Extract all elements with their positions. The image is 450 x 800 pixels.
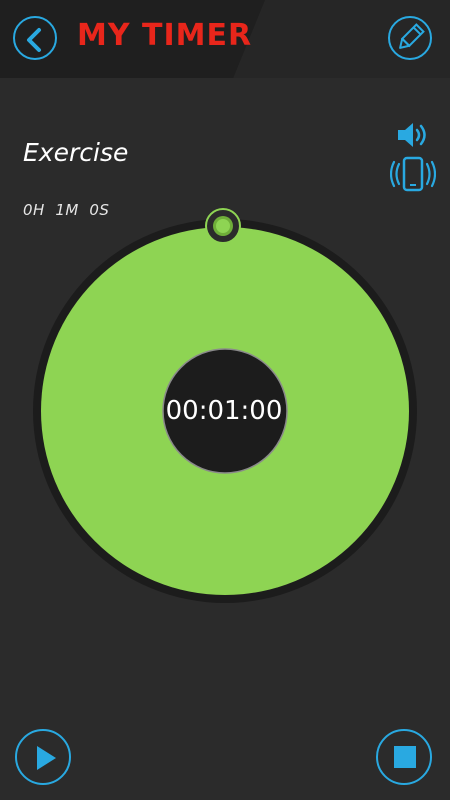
play-icon <box>37 746 56 770</box>
header-bar: MY TIMER <box>0 0 450 78</box>
stop-button[interactable] <box>376 729 432 785</box>
time-display: 00:01:00 <box>165 396 283 426</box>
speaker-icon[interactable] <box>395 120 431 150</box>
chevron-left-icon <box>27 28 41 52</box>
dial-handle[interactable] <box>205 208 241 244</box>
phone-vibrate-icon[interactable] <box>390 156 436 192</box>
edit-button[interactable] <box>388 16 432 60</box>
pencil-icon <box>399 23 425 49</box>
back-button[interactable] <box>13 16 57 60</box>
play-button[interactable] <box>15 729 71 785</box>
stop-icon <box>394 746 416 768</box>
timer-name: Exercise <box>23 138 129 167</box>
app-title: MY TIMER <box>77 18 253 53</box>
